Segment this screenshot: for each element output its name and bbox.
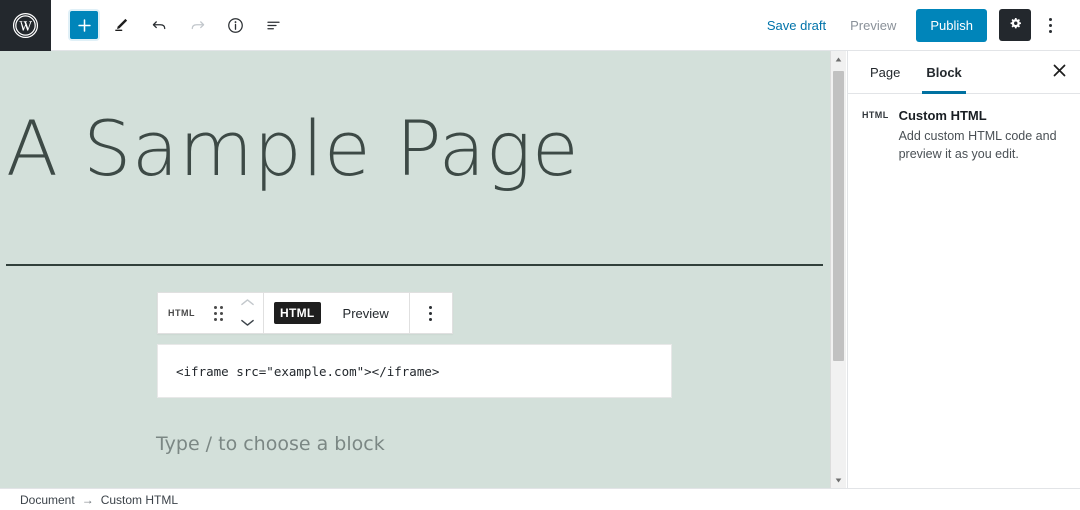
sidebar-body: HTML Custom HTML Add custom HTML code an…: [848, 94, 1080, 164]
block-toolbar: HTML HTML Preview: [157, 292, 453, 334]
drag-handle-button[interactable]: [201, 293, 235, 333]
chevron-up-icon[interactable]: [240, 294, 255, 312]
breadcrumb-item-custom-html[interactable]: Custom HTML: [101, 493, 178, 507]
chevron-down-icon[interactable]: [240, 314, 255, 332]
editor-canvas: A Sample Page HTML HTML Preview <iframe …: [0, 51, 830, 488]
pencil-icon: [112, 16, 130, 34]
breadcrumb-item-document[interactable]: Document: [20, 493, 75, 507]
scroll-down-arrow-icon[interactable]: [831, 472, 846, 488]
html-tab-button[interactable]: HTML: [268, 293, 327, 333]
block-description: Add custom HTML code and preview it as y…: [898, 129, 1057, 161]
breadcrumb-separator-icon: →: [81, 492, 94, 507]
drag-handle-icon: [213, 305, 223, 321]
sidebar-tab-list: Page Block: [848, 51, 1080, 94]
scrollbar-thumb[interactable]: [833, 71, 844, 361]
settings-toggle-button[interactable]: [999, 9, 1031, 41]
edit-tool-button[interactable]: [106, 10, 136, 40]
tab-page[interactable]: Page: [857, 51, 913, 93]
close-icon: [1053, 64, 1066, 80]
info-circle-icon: [226, 16, 245, 35]
plus-icon: [76, 17, 93, 34]
wordpress-logo-button[interactable]: [0, 0, 51, 51]
list-view-icon: [264, 16, 283, 35]
block-options-group: [410, 293, 452, 333]
block-type-button[interactable]: HTML: [162, 293, 201, 333]
default-block-appender[interactable]: Type / to choose a block: [156, 433, 385, 455]
save-draft-button[interactable]: Save draft: [755, 12, 838, 39]
block-type-group: HTML: [158, 293, 264, 333]
publish-button[interactable]: Publish: [916, 8, 987, 42]
page-title[interactable]: A Sample Page: [6, 108, 816, 190]
block-options-button[interactable]: [414, 293, 448, 333]
breadcrumb: Document → Custom HTML: [0, 493, 178, 507]
undo-arrow-icon: [150, 16, 169, 35]
top-bar-right-actions: Save draft Preview Publish: [755, 0, 1080, 51]
settings-sidebar: Page Block HTML Custom HTML Add custom H…: [847, 51, 1080, 488]
editor-footer: Document → Custom HTML: [0, 488, 1080, 510]
preview-tab-label: Preview: [342, 305, 389, 321]
redo-arrow-icon: [188, 16, 207, 35]
custom-html-code-block[interactable]: <iframe src="example.com"></iframe>: [157, 344, 672, 398]
html-block-icon: HTML: [862, 110, 889, 120]
top-bar-left-tools: [51, 0, 288, 51]
wordpress-logo-icon: [12, 12, 39, 39]
block-mover-group: [235, 293, 259, 333]
list-view-button[interactable]: [258, 10, 288, 40]
wordpress-block-editor: Save draft Preview Publish A Sample Page…: [0, 0, 1080, 510]
html-block-icon: HTML: [168, 308, 195, 318]
scroll-up-arrow-icon[interactable]: [831, 51, 846, 67]
undo-button[interactable]: [144, 10, 174, 40]
canvas-scrollbar[interactable]: [830, 51, 846, 488]
redo-button: [182, 10, 212, 40]
title-separator-rule: [6, 264, 823, 266]
content-info-button[interactable]: [220, 10, 250, 40]
kebab-menu-icon: [429, 305, 433, 321]
block-title: Custom HTML: [898, 108, 987, 123]
kebab-menu-icon: [1048, 17, 1052, 33]
more-options-button[interactable]: [1035, 9, 1065, 41]
preview-tab-button[interactable]: Preview: [327, 293, 405, 333]
block-info-text: Custom HTML Add custom HTML code and pre…: [899, 108, 1066, 164]
tab-block[interactable]: Block: [913, 51, 974, 94]
close-sidebar-button[interactable]: [1038, 51, 1080, 93]
gear-icon: [1007, 15, 1024, 35]
html-preview-toggle-group: HTML Preview: [264, 293, 410, 333]
editor-top-bar: Save draft Preview Publish: [0, 0, 1080, 51]
block-info-card: HTML Custom HTML Add custom HTML code an…: [862, 108, 1066, 164]
custom-html-code-value[interactable]: <iframe src="example.com"></iframe>: [158, 364, 439, 379]
add-block-button[interactable]: [70, 11, 98, 39]
html-tab-label: HTML: [274, 302, 321, 324]
preview-button[interactable]: Preview: [838, 12, 908, 39]
